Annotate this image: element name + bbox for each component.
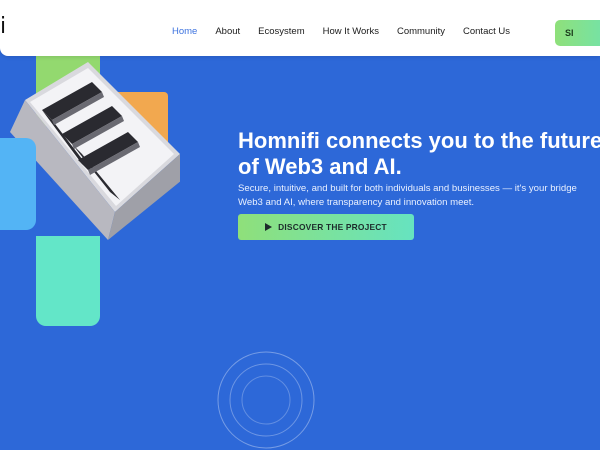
nav-contact-us[interactable]: Contact Us [463, 26, 510, 37]
hero-subtitle-line-2: Web3 and AI, where transparency and inno… [238, 197, 475, 208]
brand-logo[interactable]: i [0, 14, 6, 40]
sign-in-button[interactable]: SI [555, 20, 600, 46]
nav-how-it-works[interactable]: How It Works [323, 26, 379, 37]
nav-home[interactable]: Home [172, 26, 197, 37]
nav-ecosystem[interactable]: Ecosystem [258, 26, 304, 37]
nav-about[interactable]: About [215, 26, 240, 37]
hero-title-line-1: Homnifi connects you to the future [238, 128, 600, 153]
decorative-rings [217, 351, 315, 449]
play-icon [265, 223, 273, 231]
hero-subtitle: Secure, intuitive, and built for both in… [238, 182, 600, 210]
main-nav: Home About Ecosystem How It Works Commun… [172, 26, 528, 37]
discover-project-label: DISCOVER THE PROJECT [278, 222, 387, 232]
top-navigation-bar: i Home About Ecosystem How It Works Comm… [0, 0, 600, 56]
decorative-teal-block [36, 236, 100, 326]
decorative-lightblue-block [0, 138, 36, 230]
hero-title-line-2: of Web3 and AI. [238, 154, 402, 179]
nav-community[interactable]: Community [397, 26, 445, 37]
hero-title: Homnifi connects you to the future of We… [238, 128, 600, 180]
discover-project-button[interactable]: DISCOVER THE PROJECT [238, 214, 414, 240]
hero-subtitle-line-1: Secure, intuitive, and built for both in… [238, 183, 577, 194]
